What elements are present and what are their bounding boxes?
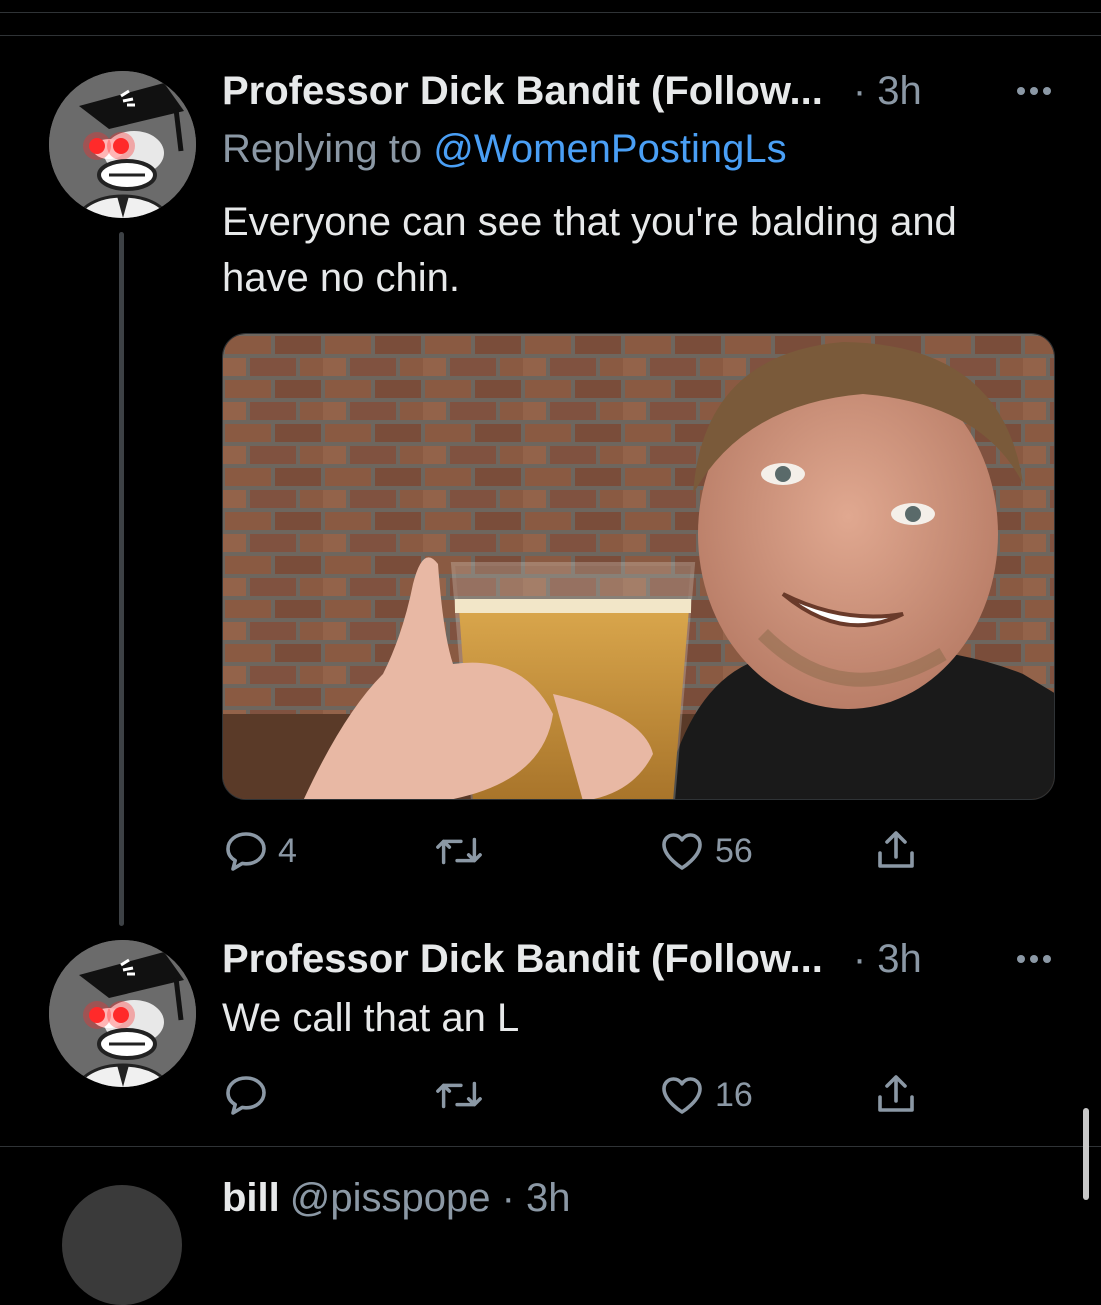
avatar[interactable] xyxy=(49,71,196,218)
tweet-text: We call that an L xyxy=(222,990,1072,1046)
like-icon xyxy=(662,833,702,870)
display-name[interactable]: Professor Dick Bandit (Follow... xyxy=(222,69,823,114)
like-icon xyxy=(662,1077,702,1114)
retweet-icon xyxy=(436,837,482,865)
replying-handle-link[interactable]: @WomenPostingLs xyxy=(433,127,786,171)
next-tweet-display-name[interactable]: bill xyxy=(222,1176,280,1220)
tweet-actions: 16 xyxy=(222,1070,962,1120)
replying-prefix: Replying to xyxy=(222,127,434,171)
tweet-text-line: Everyone can see that you're balding and xyxy=(222,200,957,244)
tweet-header: Professor Dick Bandit (Follow... · 3h xyxy=(222,66,1061,116)
retweet-icon xyxy=(436,1081,482,1109)
like-count: 16 xyxy=(715,1075,753,1114)
avatar-image xyxy=(49,71,196,218)
replying-to: Replying to @WomenPostingLs xyxy=(222,127,787,172)
retweet-button[interactable] xyxy=(434,826,492,876)
tweet-divider xyxy=(0,1146,1101,1147)
tweet-header: Professor Dick Bandit (Follow... · 3h xyxy=(222,934,1061,984)
timestamp[interactable]: · 3h xyxy=(853,937,922,982)
timestamp[interactable]: · 3h xyxy=(853,69,922,114)
tweet-text-line: have no chin. xyxy=(222,256,460,300)
like-button[interactable]: 16 xyxy=(657,1070,753,1120)
reply-icon xyxy=(226,832,266,871)
share-button[interactable] xyxy=(872,826,920,876)
photo-image xyxy=(223,334,1054,799)
scrollbar[interactable] xyxy=(1083,1108,1089,1200)
retweet-button[interactable] xyxy=(434,1070,492,1120)
like-button[interactable]: 56 xyxy=(657,826,753,876)
more-icon[interactable] xyxy=(1017,87,1051,95)
tweet-text-line: We call that an L xyxy=(222,996,520,1040)
like-count: 56 xyxy=(715,831,753,870)
more-icon[interactable] xyxy=(1017,955,1051,963)
next-tweet-header[interactable]: bill @pisspope · 3h xyxy=(222,1176,571,1221)
thread-connector-line xyxy=(119,232,124,926)
tweet-text: Everyone can see that you're balding and… xyxy=(222,194,1072,306)
reply-button[interactable]: 4 xyxy=(222,826,297,876)
avatar-image xyxy=(49,940,196,1087)
display-name[interactable]: Professor Dick Bandit (Follow... xyxy=(222,937,823,982)
tweet-actions: 4 56 xyxy=(222,826,962,876)
next-tweet-handle: @pisspope · 3h xyxy=(289,1176,571,1220)
tweet-media-photo[interactable] xyxy=(222,333,1055,800)
reply-count: 4 xyxy=(278,831,297,870)
reply-button[interactable] xyxy=(222,1070,278,1120)
share-icon xyxy=(878,1075,914,1112)
share-icon xyxy=(878,831,914,868)
avatar[interactable] xyxy=(49,940,196,1087)
next-tweet-avatar[interactable] xyxy=(62,1185,182,1305)
share-button[interactable] xyxy=(872,1070,920,1120)
top-divider xyxy=(0,12,1101,13)
top-divider-2 xyxy=(0,35,1101,36)
reply-icon xyxy=(226,1076,266,1115)
